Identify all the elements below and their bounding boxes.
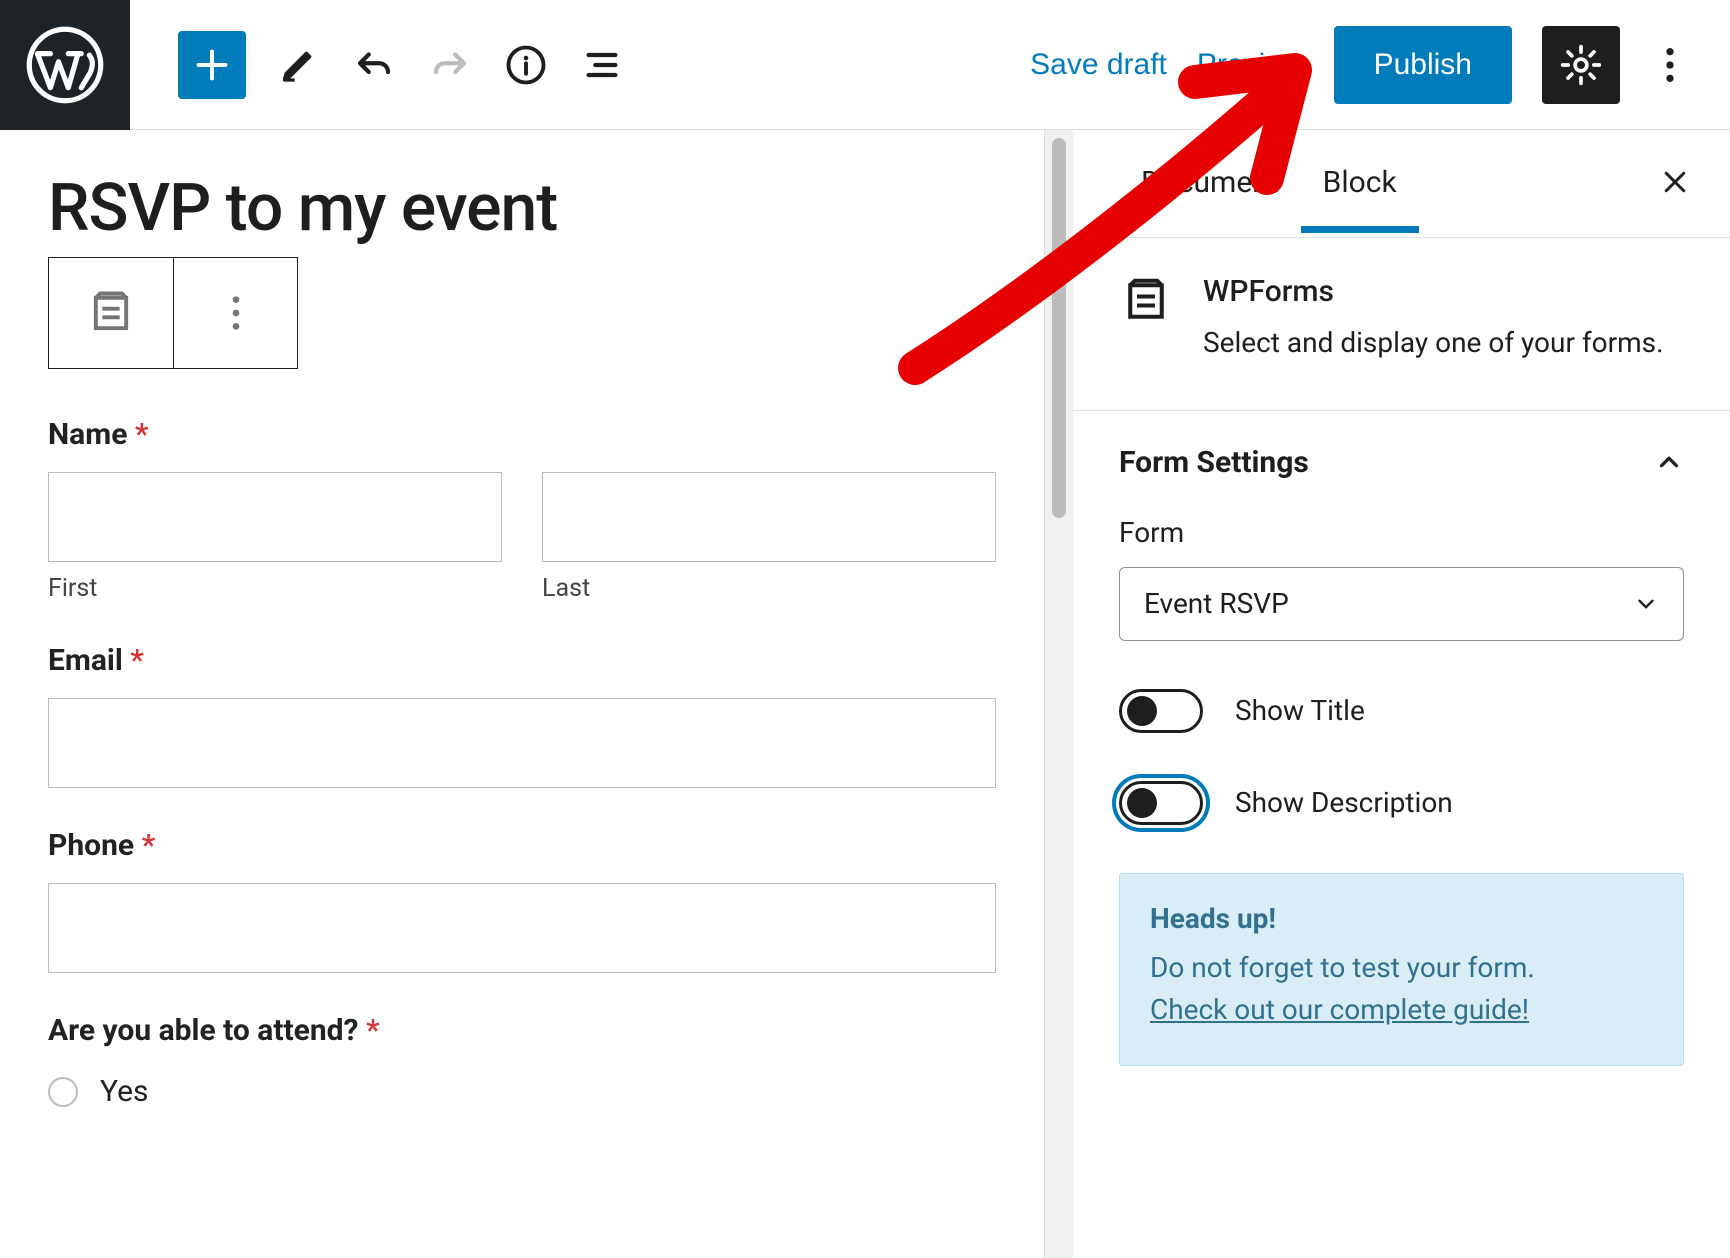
wordpress-logo[interactable] [0,0,130,130]
toolbar-left-group [130,31,626,99]
notice-title: Heads up! [1150,902,1653,935]
block-title: WPForms [1203,274,1663,309]
redo-button[interactable] [426,41,474,89]
radio-icon [48,1077,78,1107]
email-input[interactable] [48,698,996,788]
field-label: Name * [48,417,996,452]
switch-label: Show Title [1235,694,1365,727]
heads-up-notice: Heads up! Do not forget to test your for… [1119,873,1684,1066]
close-sidebar-button[interactable] [1650,157,1700,211]
notice-guide-link[interactable]: Check out our complete guide! [1150,993,1529,1026]
toolbar-right-group: Save draft Preview Publish [1030,26,1730,104]
switch-label: Show Description [1235,786,1453,819]
editor-toolbar: Save draft Preview Publish [0,0,1730,130]
form-icon [85,287,137,339]
kebab-icon [1665,43,1675,87]
field-name: Name * First Last [48,417,996,603]
kebab-icon [231,293,241,333]
toggle-show-description: Show Description [1119,781,1684,825]
field-phone: Phone * [48,828,996,973]
sublabel-last: Last [542,574,996,603]
wordpress-icon [26,26,104,104]
notice-body: Do not forget to test your form. Check o… [1150,947,1653,1031]
block-icon [1119,274,1173,364]
undo-icon [353,44,395,86]
select-value: Event RSVP [1144,587,1289,620]
tab-document[interactable]: Document [1119,135,1301,232]
radio-option-yes[interactable]: Yes [48,1074,996,1109]
main-area: RSVP to my event Name * First L [0,130,1730,1258]
settings-sidebar: Document Block WPForms Select and displa… [1073,130,1730,1258]
form-select[interactable]: Event RSVP [1119,567,1684,641]
undo-button[interactable] [350,41,398,89]
block-description: Select and display one of your forms. [1203,323,1663,364]
add-block-button[interactable] [178,31,246,99]
radio-label: Yes [100,1074,148,1109]
section-title: Form Settings [1119,445,1309,480]
form-settings-panel: Form Settings Form Event RSVP Show Title… [1073,411,1730,1096]
first-name-input[interactable] [48,472,502,562]
post-title[interactable]: RSVP to my event [48,170,996,247]
outline-button[interactable] [578,41,626,89]
sidebar-tabs: Document Block [1073,130,1730,238]
toggle-show-title: Show Title [1119,689,1684,733]
more-options-button[interactable] [1650,35,1690,95]
field-label: Email * [48,643,996,678]
block-type-button[interactable] [49,258,173,368]
sublabel-first: First [48,574,502,603]
show-title-switch[interactable] [1119,689,1203,733]
phone-input[interactable] [48,883,996,973]
editor-canvas: RSVP to my event Name * First L [0,130,1045,1258]
form-settings-toggle[interactable]: Form Settings [1119,441,1684,500]
block-more-button[interactable] [173,258,297,368]
scrollbar-thumb[interactable] [1052,138,1066,518]
info-button[interactable] [502,41,550,89]
last-name-input[interactable] [542,472,996,562]
publish-button[interactable]: Publish [1334,26,1512,104]
settings-button[interactable] [1542,26,1620,104]
form-icon [1119,274,1173,328]
field-email: Email * [48,643,996,788]
info-icon [505,44,547,86]
gear-icon [1559,43,1603,87]
list-icon [582,45,622,85]
pencil-icon [278,45,318,85]
block-toolbar [48,257,298,369]
chevron-down-icon [1633,591,1659,617]
close-icon [1660,167,1690,197]
field-attend: Are you able to attend? * Yes [48,1013,996,1109]
block-card: WPForms Select and display one of your f… [1073,238,1730,411]
chevron-up-icon [1654,447,1684,477]
edit-mode-button[interactable] [274,41,322,89]
tab-block[interactable]: Block [1301,135,1419,232]
scrollbar[interactable] [1045,130,1073,1258]
plus-icon [192,45,232,85]
form-preview: Name * First Last Email * Phone * [48,369,996,1109]
form-select-label: Form [1119,516,1684,549]
save-draft-button[interactable]: Save draft [1030,48,1167,82]
preview-button[interactable]: Preview [1197,48,1304,82]
field-label: Phone * [48,828,996,863]
show-description-switch[interactable] [1119,781,1203,825]
field-label: Are you able to attend? * [48,1013,996,1048]
redo-icon [429,44,471,86]
